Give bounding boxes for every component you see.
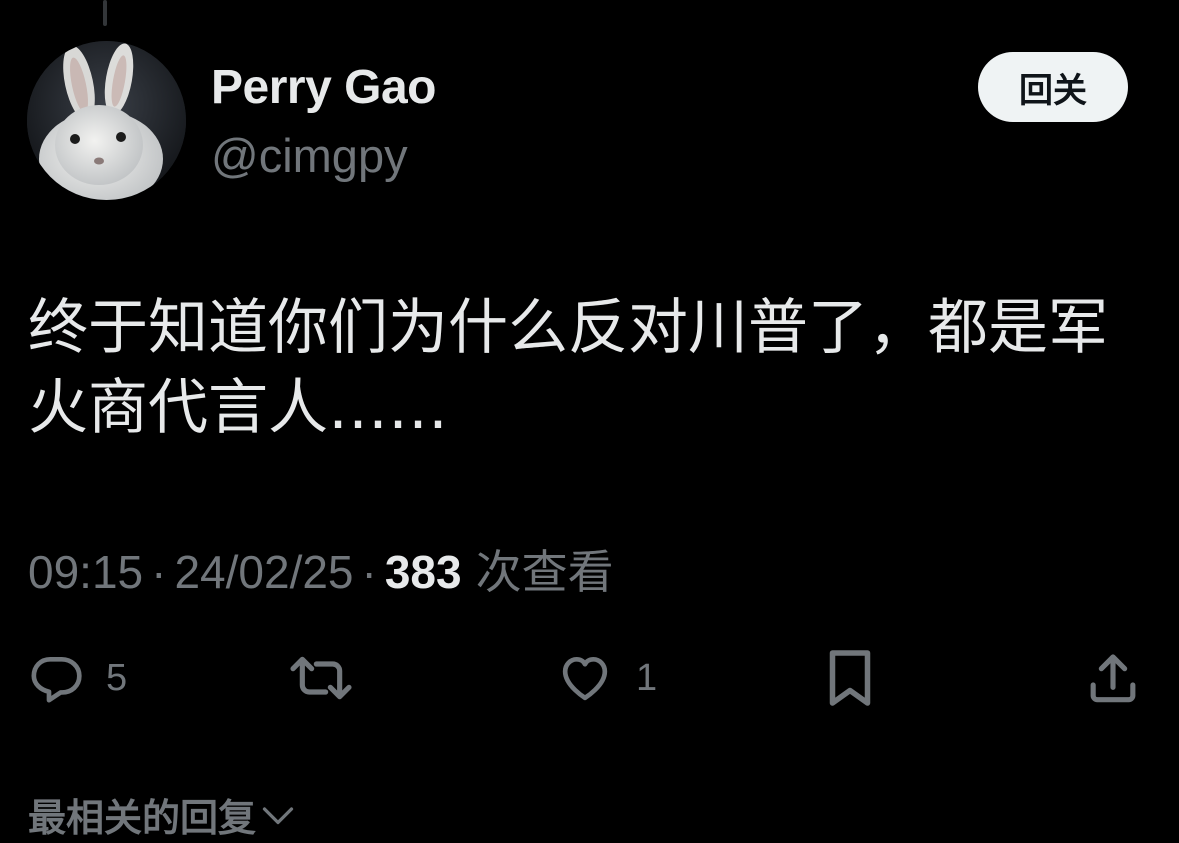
author-handle[interactable]: @cimgpy bbox=[211, 128, 408, 183]
chevron-down-icon bbox=[262, 806, 294, 824]
meta-separator: · bbox=[361, 546, 377, 598]
like-button[interactable]: 1 bbox=[556, 648, 657, 708]
retweet-icon bbox=[290, 656, 352, 700]
rabbit-avatar-image bbox=[27, 41, 186, 200]
replies-sort-dropdown[interactable]: 最相关的回复 bbox=[28, 787, 296, 842]
bookmark-button[interactable] bbox=[824, 648, 876, 708]
bookmark-icon bbox=[829, 650, 871, 706]
avatar[interactable] bbox=[27, 41, 186, 200]
author-display-name[interactable]: Perry Gao bbox=[211, 60, 436, 115]
heart-icon bbox=[562, 657, 608, 701]
views-count[interactable]: 383 bbox=[385, 545, 462, 599]
tweet-meta: 09:15 · 24/02/25 · 383 次查看 bbox=[28, 536, 614, 602]
reply-icon bbox=[31, 657, 82, 703]
retweet-button[interactable] bbox=[287, 648, 377, 708]
replies-sort-label: 最相关的回复 bbox=[28, 798, 257, 840]
like-count: 1 bbox=[636, 656, 658, 699]
share-icon bbox=[1090, 654, 1136, 703]
meta-separator: · bbox=[151, 546, 167, 598]
views-label[interactable]: 次查看 bbox=[476, 536, 614, 602]
tweet-time[interactable]: 09:15 bbox=[28, 545, 143, 599]
share-button[interactable] bbox=[1085, 648, 1141, 708]
thread-connector-line bbox=[103, 0, 107, 26]
reply-count: 5 bbox=[106, 656, 128, 699]
reply-button[interactable]: 5 bbox=[28, 648, 127, 708]
tweet-date[interactable]: 24/02/25 bbox=[174, 545, 353, 599]
follow-back-button[interactable]: 回关 bbox=[978, 52, 1128, 122]
tweet-text: 终于知道你们为什么反对川普了，都是军 火商代言人…… bbox=[28, 293, 1108, 443]
